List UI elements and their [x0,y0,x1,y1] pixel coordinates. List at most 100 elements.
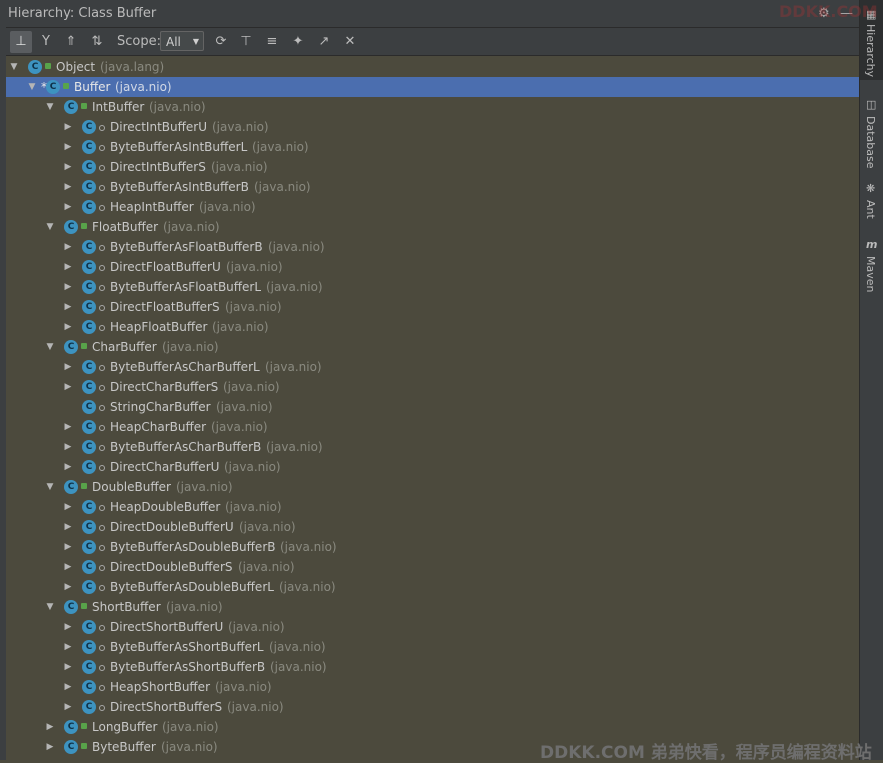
collapsed-arrow-icon[interactable]: ▶ [62,677,74,697]
tree-row[interactable]: ▶ C ByteBufferAsFloatBufferL (java.nio) [6,277,859,297]
collapsed-arrow-icon[interactable]: ▶ [62,417,74,437]
tree-row[interactable]: ▶ C ByteBufferAsDoubleBufferL (java.nio) [6,577,859,597]
collapsed-arrow-icon[interactable]: ▶ [62,557,74,577]
package-name: (java.nio) [269,640,326,654]
tree-row[interactable]: ▶ C ByteBufferAsShortBufferB (java.nio) [6,657,859,677]
class-icon: C [82,240,96,254]
package-name: (java.nio) [212,320,269,334]
tree-row[interactable]: ▶ C DirectDoubleBufferU (java.nio) [6,517,859,537]
collapsed-arrow-icon[interactable]: ▶ [62,457,74,477]
collapsed-arrow-icon[interactable]: ▶ [62,357,74,377]
expanded-arrow-icon[interactable]: ▼ [26,77,38,97]
collapsed-arrow-icon[interactable]: ▶ [62,297,74,317]
expanded-arrow-icon[interactable]: ▼ [44,97,56,117]
collapsed-arrow-icon[interactable]: ▶ [62,157,74,177]
tree-row[interactable]: ▶ C DirectShortBufferU (java.nio) [6,617,859,637]
collapsed-arrow-icon[interactable]: ▶ [44,737,56,757]
package-name: (java.nio) [225,500,282,514]
subtypes-hierarchy-icon[interactable]: ⇑ [60,31,82,53]
tree-row[interactable]: ▼ C ShortBuffer (java.nio) [6,597,859,617]
tree-row[interactable]: ▼ * C Buffer (java.nio) [6,77,859,97]
class-icon: C [82,280,96,294]
public-access-icon [81,743,87,749]
collapsed-arrow-icon[interactable]: ▶ [62,497,74,517]
expanded-arrow-icon[interactable]: ▼ [44,337,56,357]
collapsed-arrow-icon[interactable]: ▶ [62,577,74,597]
class-name: ByteBufferAsCharBufferB [110,440,262,454]
collapsed-arrow-icon[interactable]: ▶ [62,277,74,297]
package-name: (java.nio) [239,520,296,534]
scope-select[interactable]: All ▼ [160,31,204,51]
refresh-icon[interactable]: ⟳ [210,31,232,53]
tree-row[interactable]: ▶ C DirectIntBufferS (java.nio) [6,157,859,177]
hierarchy-tree[interactable]: ▼ C Object (java.lang) ▼ * C Buffer (java.nio) ▼ C… [6,57,859,760]
package-private-icon [99,645,105,651]
tree-row[interactable]: ▶ C HeapShortBuffer (java.nio) [6,677,859,697]
tree-row[interactable]: ▶ C DirectFloatBufferU (java.nio) [6,257,859,277]
package-private-icon [99,265,105,271]
class-name: DirectIntBufferS [110,160,206,174]
tab-database[interactable]: ◫ Database [860,96,883,170]
collapsed-arrow-icon[interactable]: ▶ [62,517,74,537]
tree-row[interactable]: ▶ C ByteBufferAsShortBufferL (java.nio) [6,637,859,657]
collapsed-arrow-icon[interactable]: ▶ [62,617,74,637]
collapsed-arrow-icon[interactable]: ▶ [62,537,74,557]
collapsed-arrow-icon[interactable]: ▶ [62,377,74,397]
tree-row[interactable]: ▼ C CharBuffer (java.nio) [6,337,859,357]
package-name: (java.nio) [216,400,273,414]
tree-row[interactable]: ▶ C ByteBufferAsIntBufferL (java.nio) [6,137,859,157]
class-icon: C [64,340,78,354]
collapsed-arrow-icon[interactable]: ▶ [62,177,74,197]
pin-icon[interactable]: ✦ [287,31,309,53]
export-icon[interactable]: ↗ [313,31,335,53]
tree-row[interactable]: ▼ C FloatBuffer (java.nio) [6,217,859,237]
collapsed-arrow-icon[interactable]: ▶ [62,657,74,677]
tree-row[interactable]: ▼ C Object (java.lang) [6,57,859,77]
tree-row[interactable]: ▶ C ByteBufferAsCharBufferL (java.nio) [6,357,859,377]
tree-row[interactable]: ▶ C DirectCharBufferS (java.nio) [6,377,859,397]
tree-row[interactable]: C StringCharBuffer (java.nio) [6,397,859,417]
tree-row[interactable]: ▼ C DoubleBuffer (java.nio) [6,477,859,497]
tree-row[interactable]: ▶ C DirectShortBufferS (java.nio) [6,697,859,717]
tree-row[interactable]: ▶ C ByteBufferAsDoubleBufferB (java.nio) [6,537,859,557]
sort-alphabetically-icon[interactable]: ⇅ [86,31,108,53]
collapsed-arrow-icon[interactable]: ▶ [62,697,74,717]
tree-row[interactable]: ▶ C ByteBufferAsFloatBufferB (java.nio) [6,237,859,257]
tree-row[interactable]: ▶ C HeapIntBuffer (java.nio) [6,197,859,217]
collapsed-arrow-icon[interactable]: ▶ [62,257,74,277]
tree-row[interactable]: ▶ C ByteBufferAsCharBufferB (java.nio) [6,437,859,457]
tree-row[interactable]: ▼ C IntBuffer (java.nio) [6,97,859,117]
tree-row[interactable]: ▶ C DirectFloatBufferS (java.nio) [6,297,859,317]
tree-row[interactable]: ▶ C ByteBufferAsIntBufferB (java.nio) [6,177,859,197]
supertypes-hierarchy-icon[interactable]: Y [35,31,57,53]
tree-row[interactable]: ▶ C HeapFloatBuffer (java.nio) [6,317,859,337]
package-name: (java.nio) [162,340,219,354]
tab-maven[interactable]: m Maven [860,238,883,296]
scroll-to-source-icon[interactable]: ⊤ [235,31,257,53]
collapsed-arrow-icon[interactable]: ▶ [62,197,74,217]
tree-row[interactable]: ▶ C HeapCharBuffer (java.nio) [6,417,859,437]
collapsed-arrow-icon[interactable]: ▶ [62,137,74,157]
expanded-arrow-icon[interactable]: ▼ [44,477,56,497]
collapsed-arrow-icon[interactable]: ▶ [44,717,56,737]
expanded-arrow-icon[interactable]: ▼ [44,597,56,617]
hierarchy-toolbar: ⊥ Y ⇑ ⇅ Scope: All ▼ ⟳ ⊤ ≡ ✦ ↗ ✕ [6,28,859,56]
package-private-icon [99,625,105,631]
close-icon[interactable]: ✕ [339,31,361,53]
tree-row[interactable]: ▶ C DirectCharBufferU (java.nio) [6,457,859,477]
tree-row[interactable]: ▶ C LongBuffer (java.nio) [6,717,859,737]
collapsed-arrow-icon[interactable]: ▶ [62,437,74,457]
type-hierarchy-icon[interactable]: ⊥ [10,31,32,53]
tree-row[interactable]: ▶ C DirectDoubleBufferS (java.nio) [6,557,859,577]
collapsed-arrow-icon[interactable]: ▶ [62,317,74,337]
tab-ant[interactable]: ❋ Ant [860,182,883,224]
collapsed-arrow-icon[interactable]: ▶ [62,237,74,257]
tree-row[interactable]: ▶ C DirectIntBufferU (java.nio) [6,117,859,137]
expand-all-icon[interactable]: ≡ [261,31,283,53]
expanded-arrow-icon[interactable]: ▼ [44,217,56,237]
collapsed-arrow-icon[interactable]: ▶ [62,117,74,137]
collapsed-arrow-icon[interactable]: ▶ [62,637,74,657]
expanded-arrow-icon[interactable]: ▼ [8,57,20,77]
tree-row[interactable]: ▶ C HeapDoubleBuffer (java.nio) [6,497,859,517]
package-private-icon [99,525,105,531]
